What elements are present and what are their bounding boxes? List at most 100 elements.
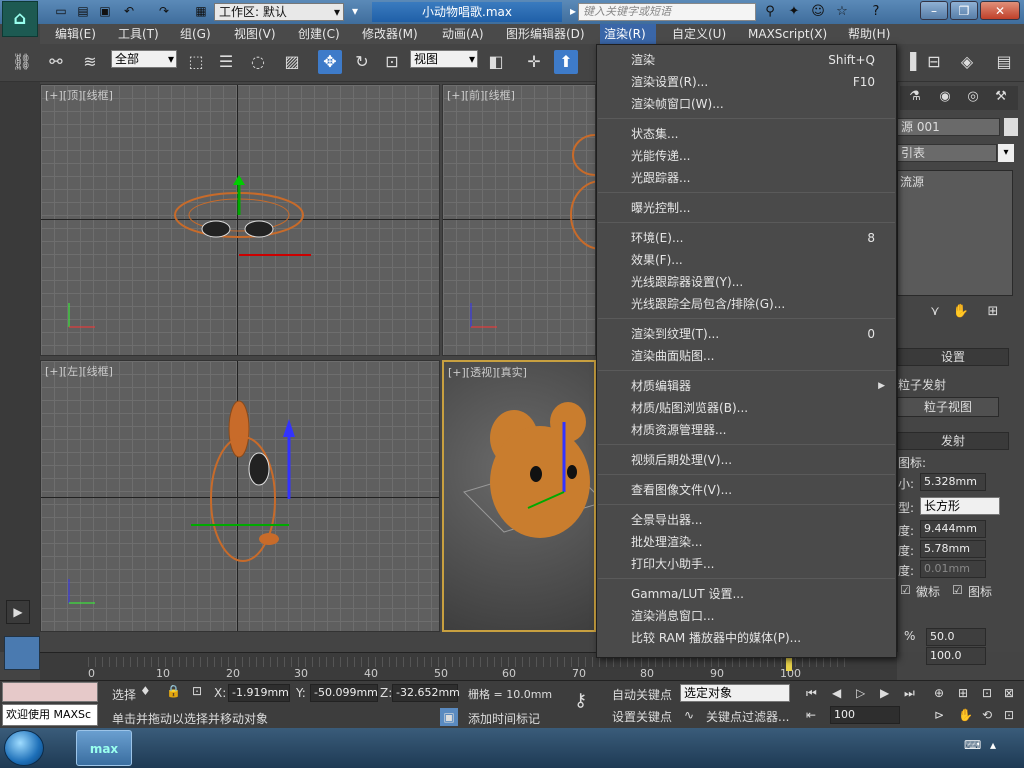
- render-menu-item[interactable]: 渲染消息窗口...: [598, 605, 895, 627]
- binoculars-icon[interactable]: ⚲: [760, 3, 780, 21]
- render-menu-item[interactable]: 环境(E)... 8: [598, 227, 895, 249]
- next-frame-icon[interactable]: ▶: [880, 686, 889, 700]
- width-spinner[interactable]: 5.78mm: [920, 540, 986, 558]
- tray-chevron-icon[interactable]: ▴: [990, 738, 996, 752]
- menu-group[interactable]: 组(G): [176, 24, 215, 44]
- render-menu-item[interactable]: 查看图像文件(V)...: [598, 479, 895, 501]
- viewport-layout-icon[interactable]: [4, 636, 40, 670]
- render-menu-item[interactable]: 视频后期处理(V)...: [598, 449, 895, 471]
- open-file-icon[interactable]: ▤: [74, 3, 92, 20]
- workspace-dropdown[interactable]: 工作区: 默认 ▾: [214, 3, 344, 21]
- menu-help[interactable]: 帮助(H): [844, 24, 894, 44]
- render-menu-item[interactable]: 渲染帧窗口(W)...: [598, 93, 895, 115]
- minimize-button[interactable]: –: [920, 1, 948, 20]
- align-icon[interactable]: ⊟: [922, 50, 946, 74]
- length-spinner[interactable]: 9.444mm: [920, 520, 986, 538]
- lock-icon[interactable]: 🔒: [166, 684, 181, 698]
- size-spinner[interactable]: 5.328mm: [920, 473, 986, 491]
- auto-key-button[interactable]: 自动关键点: [612, 686, 672, 703]
- check-icon[interactable]: ☑: [900, 583, 911, 597]
- select-manipulate-icon[interactable]: ✛: [522, 50, 546, 74]
- zoom-icon[interactable]: ⊕: [934, 686, 944, 700]
- play-arrow-icon[interactable]: ▶: [6, 600, 30, 624]
- render-menu-item[interactable]: 光能传递...: [598, 145, 895, 167]
- field-of-view-icon[interactable]: ⊳: [934, 708, 944, 722]
- play-icon[interactable]: ▷: [856, 686, 865, 700]
- maxscript-input[interactable]: 欢迎使用 MAXSc: [2, 704, 98, 726]
- z-coordinate-field[interactable]: -32.652mm: [392, 684, 460, 702]
- render-menu-item[interactable]: 比较 RAM 播放器中的媒体(P)...: [598, 627, 895, 649]
- zoom-extents-icon[interactable]: ⊡: [982, 686, 992, 700]
- viewport-label[interactable]: [+][前][线框]: [447, 87, 515, 103]
- emitter-type-dropdown[interactable]: 长方形: [920, 497, 1000, 515]
- show-end-result-icon[interactable]: ✋: [950, 302, 972, 322]
- key-icon[interactable]: ⚷: [574, 690, 587, 711]
- y-coordinate-field[interactable]: -50.099mm: [310, 684, 378, 702]
- maxscript-listener-mini[interactable]: [2, 682, 98, 702]
- maximize-button[interactable]: ❐: [950, 1, 978, 20]
- viewport-percent-spinner[interactable]: 50.0: [926, 628, 986, 646]
- viewport-perspective[interactable]: [+][透视][真实]: [442, 360, 596, 632]
- isolate-icon[interactable]: ♦: [140, 684, 151, 698]
- select-object-icon[interactable]: ⬚: [184, 50, 208, 74]
- key-target-dropdown[interactable]: 选定对象: [680, 684, 790, 702]
- render-menu-item[interactable]: 效果(F)...: [598, 249, 895, 271]
- modifier-list-dropdown[interactable]: 引表: [897, 144, 997, 162]
- taskbar-3dsmax-button[interactable]: max: [76, 730, 132, 766]
- particle-emit-checkbox-label[interactable]: 粒子发射: [898, 376, 946, 393]
- bind-space-warp-icon[interactable]: ≋: [78, 50, 102, 74]
- pin-stack-icon[interactable]: ⋎: [924, 302, 946, 322]
- pivot-center-icon[interactable]: ◧: [484, 50, 508, 74]
- render-menu-item[interactable]: 渲染设置(R)... F10: [598, 71, 895, 93]
- logo-checkbox-label[interactable]: 徽标: [916, 583, 940, 600]
- app-logo-icon[interactable]: ⌂: [2, 1, 38, 37]
- render-menu-item[interactable]: 光跟踪器...: [598, 167, 895, 189]
- menu-customize[interactable]: 自定义(U): [668, 24, 730, 44]
- object-color-swatch[interactable]: [1004, 118, 1018, 136]
- wrench-icon[interactable]: ✦: [784, 3, 804, 21]
- render-menu-item[interactable]: 打印大小助手...: [598, 553, 895, 575]
- display-tab-icon[interactable]: ◎: [962, 86, 984, 108]
- rollout-settings-header[interactable]: 设置: [897, 348, 1009, 366]
- start-button[interactable]: [4, 730, 44, 766]
- menu-view[interactable]: 视图(V): [230, 24, 280, 44]
- render-menu-item[interactable]: 曝光控制...: [598, 197, 895, 219]
- render-menu-item[interactable]: 全景导出器...: [598, 509, 895, 531]
- render-menu-item[interactable]: 材质/贴图浏览器(B)...: [598, 397, 895, 419]
- previous-frame-icon[interactable]: ◀: [832, 686, 841, 700]
- particle-view-button[interactable]: 粒子视图: [897, 397, 999, 417]
- utilities-tab-icon[interactable]: ⚒: [990, 86, 1012, 108]
- render-menu-item[interactable]: 批处理渲染...: [598, 531, 895, 553]
- keyboard-icon[interactable]: ⌨: [964, 738, 981, 752]
- render-menu-item[interactable]: 材质编辑器 ▶: [598, 375, 895, 397]
- hierarchy-tab-icon[interactable]: ⚗: [904, 86, 926, 108]
- render-menu-item[interactable]: 渲染曲面贴图...: [598, 345, 895, 367]
- viewport-left[interactable]: [+][左][线框]: [40, 360, 440, 632]
- render-menu-item[interactable]: 状态集...: [598, 123, 895, 145]
- close-button[interactable]: ✕: [980, 1, 1020, 20]
- rollout-emit-header[interactable]: 发射: [897, 432, 1009, 450]
- help-icon[interactable]: ?: [866, 3, 886, 21]
- icon-checkbox-label[interactable]: 图标: [968, 583, 992, 600]
- height-spinner[interactable]: 0.01mm: [920, 560, 986, 578]
- timeline-track[interactable]: [88, 657, 848, 667]
- menu-create[interactable]: 创建(C): [294, 24, 344, 44]
- undo-icon[interactable]: ↶: [120, 3, 138, 20]
- curve-icon[interactable]: ∿: [684, 708, 694, 722]
- object-name-field[interactable]: 源 001: [897, 118, 1000, 136]
- configure-sets-icon[interactable]: ⊞: [982, 302, 1004, 322]
- new-file-icon[interactable]: ▭: [52, 3, 70, 20]
- rotate-icon[interactable]: ↻: [350, 50, 374, 74]
- search-input[interactable]: 键入关键字或短语: [578, 3, 756, 21]
- add-time-tag-button[interactable]: 添加时间标记: [468, 710, 540, 727]
- menu-rendering[interactable]: 渲染(R): [600, 24, 656, 44]
- chevron-down-icon[interactable]: ▾: [998, 144, 1014, 162]
- render-menu-item[interactable]: 材质资源管理器...: [598, 419, 895, 441]
- menu-modifiers[interactable]: 修改器(M): [358, 24, 422, 44]
- menu-edit[interactable]: 编辑(E): [51, 24, 100, 44]
- render-menu-item[interactable]: Gamma/LUT 设置...: [598, 583, 895, 605]
- render-menu-item[interactable]: 光线跟踪器设置(Y)...: [598, 271, 895, 293]
- person-icon[interactable]: ☺: [808, 3, 828, 21]
- window-crossing-icon[interactable]: ▨: [280, 50, 304, 74]
- go-to-start-icon[interactable]: ⏮: [806, 686, 817, 701]
